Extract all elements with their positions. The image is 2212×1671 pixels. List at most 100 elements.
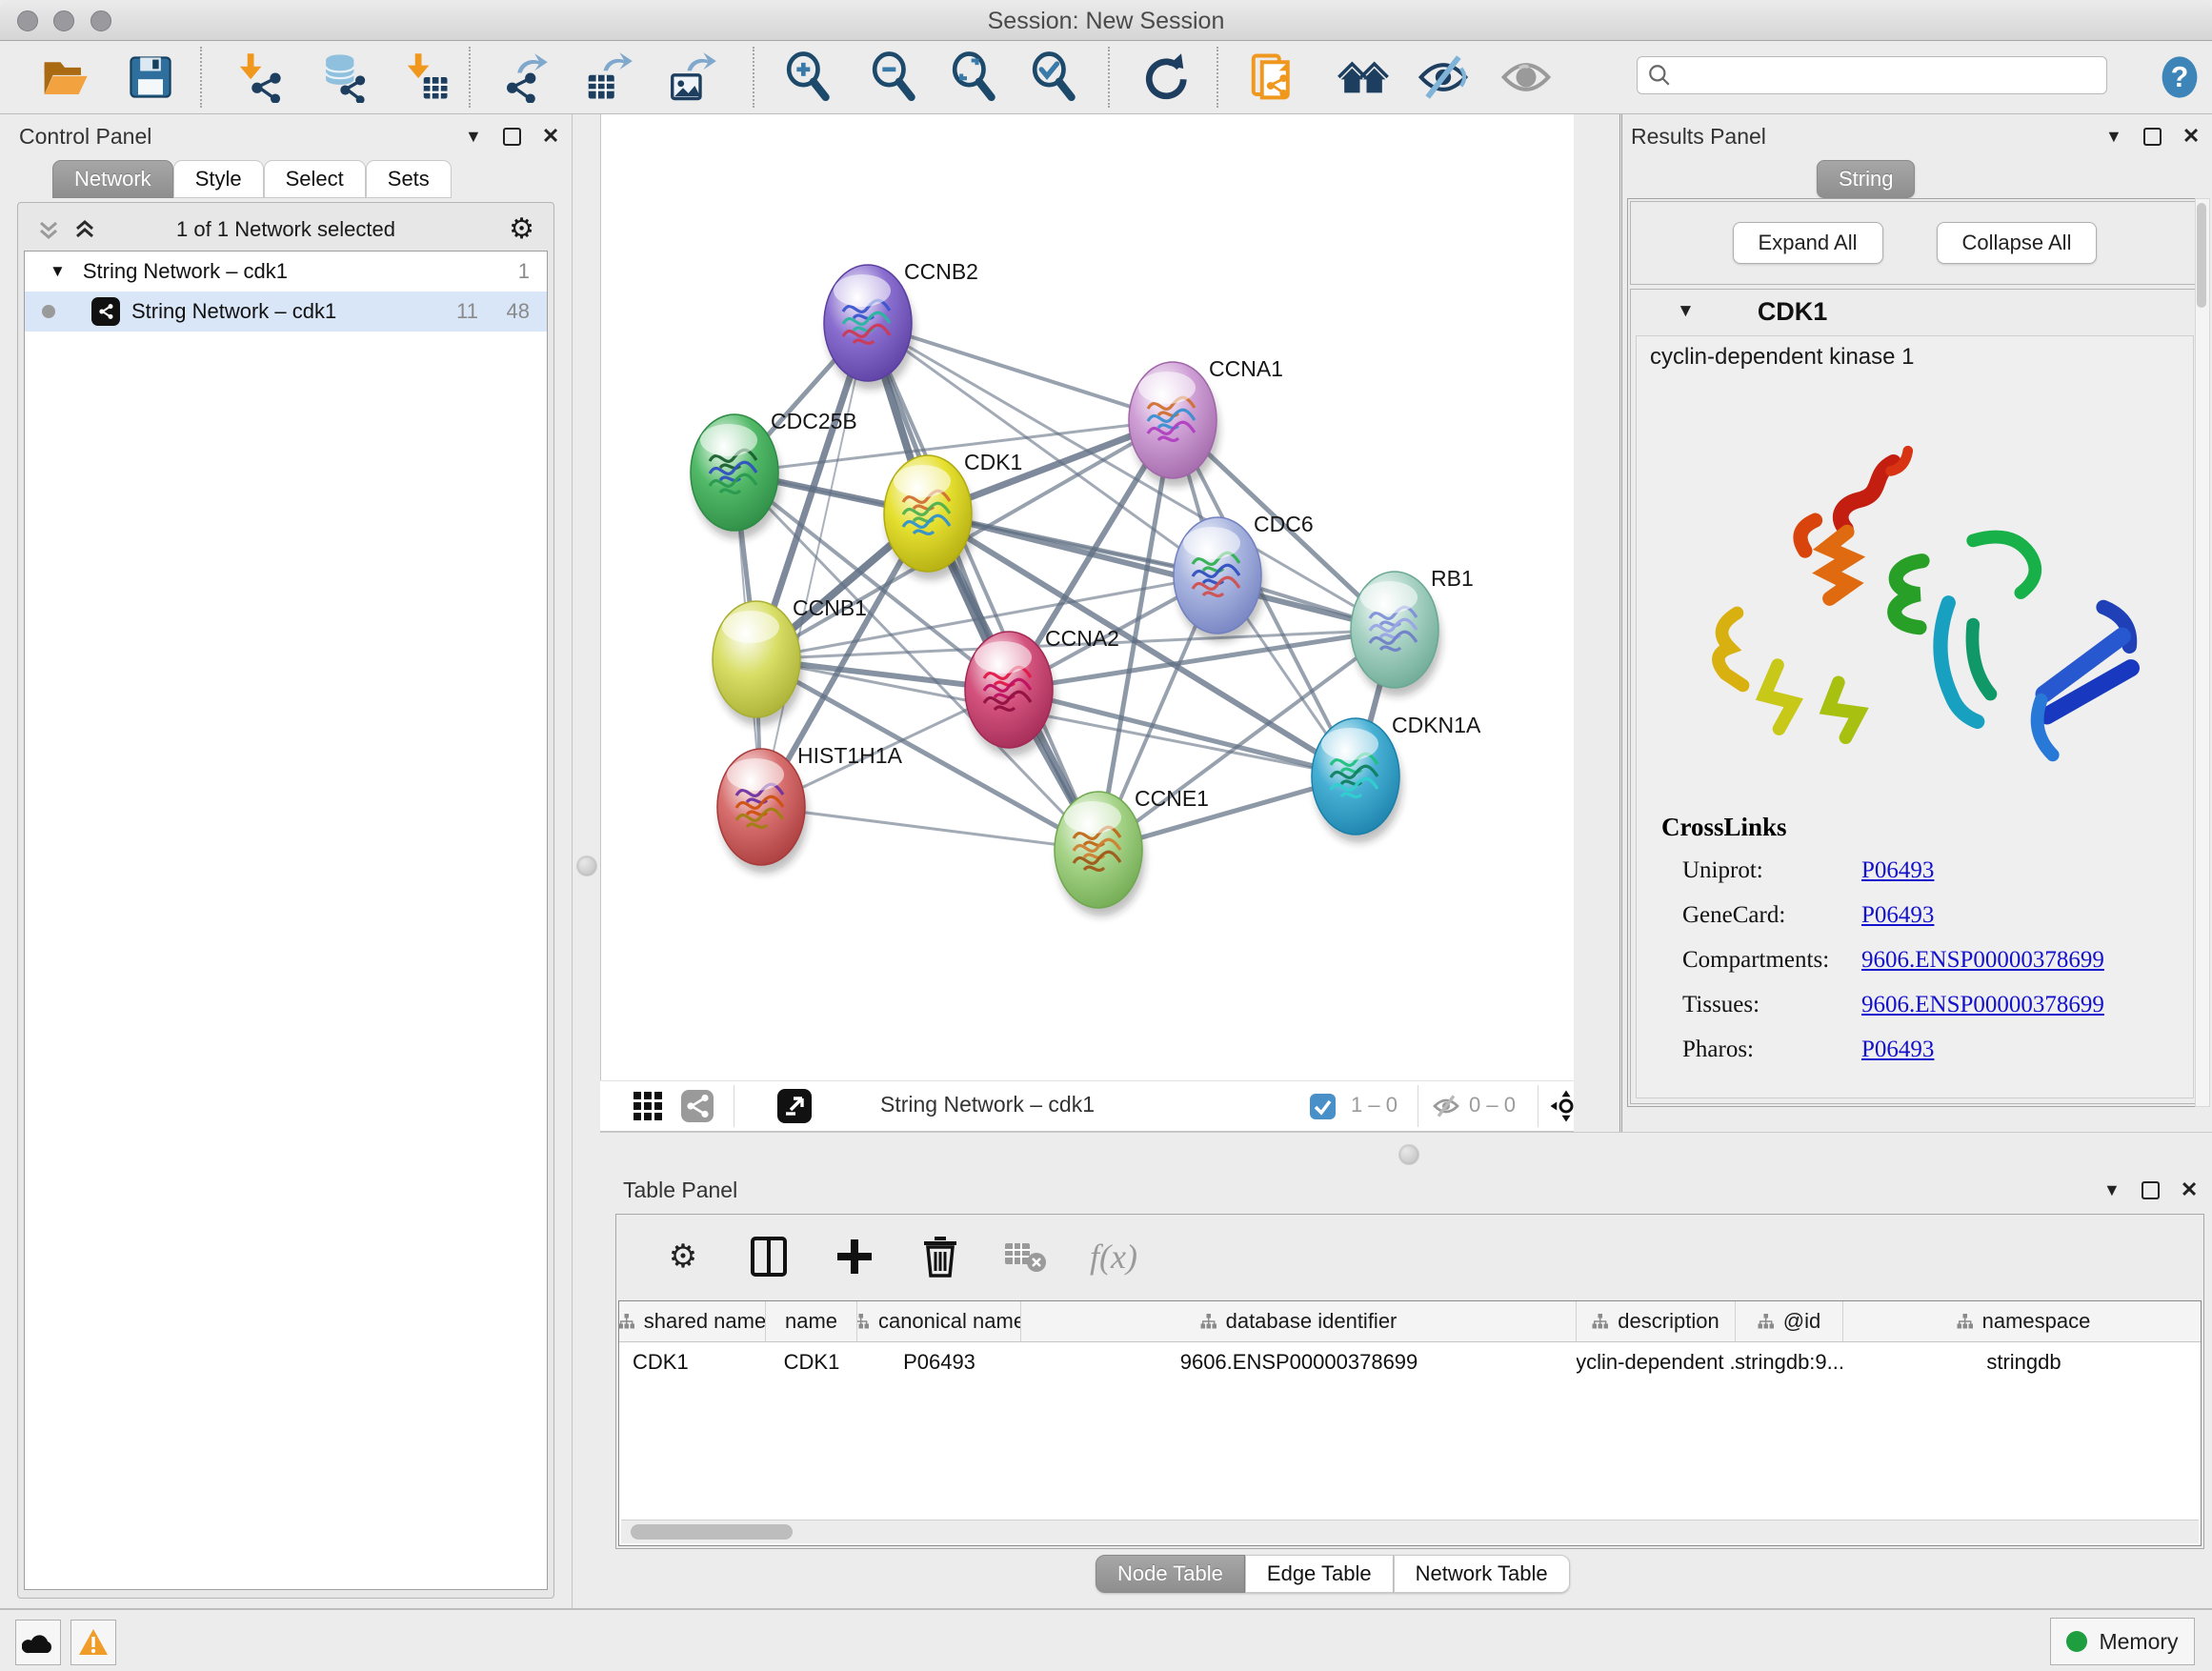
function-builder-icon[interactable]: f(x) — [1085, 1228, 1142, 1285]
cloud-status-icon[interactable] — [15, 1620, 61, 1665]
expand-all-networks-icon[interactable] — [73, 218, 96, 241]
network-canvas[interactable]: CCNB2CCNA1CDC25BCDK1CDC6RB1CCNB1CCNA2CDK… — [600, 114, 1575, 1080]
tab-string[interactable]: String — [1817, 160, 1915, 198]
network-node-CCNE1[interactable]: CCNE1 — [1055, 786, 1209, 916]
tab-network-table[interactable]: Network Table — [1394, 1555, 1570, 1593]
results-panel-maximize-icon[interactable] — [2143, 128, 2162, 146]
column-header--id[interactable]: @id — [1736, 1301, 1843, 1341]
tab-network[interactable]: Network — [52, 160, 173, 198]
column-header-description[interactable]: description — [1577, 1301, 1736, 1341]
crosslink-link[interactable]: 9606.ENSP00000378699 — [1861, 947, 2104, 974]
first-neighbors-icon[interactable] — [1335, 49, 1392, 106]
selected-checkbox-icon[interactable] — [1301, 1087, 1343, 1125]
table-hscrollbar-thumb[interactable] — [631, 1524, 793, 1540]
table-hscrollbar[interactable] — [621, 1520, 2199, 1543]
table-cell[interactable]: stringdb — [1843, 1342, 2202, 1382]
results-scrollbar[interactable] — [2195, 198, 2210, 1107]
control-panel-float-icon[interactable]: ▼ — [465, 127, 482, 147]
refresh-view-icon[interactable] — [1136, 49, 1193, 106]
network-node-CDKN1A[interactable]: CDKN1A — [1312, 713, 1481, 843]
control-panel-close-icon[interactable]: ✕ — [542, 124, 559, 149]
network-node-HIST1H1A[interactable]: HIST1H1A — [717, 743, 903, 874]
tab-edge-table[interactable]: Edge Table — [1245, 1555, 1394, 1593]
crosslink-link[interactable]: 9606.ENSP00000378699 — [1861, 992, 2104, 1018]
column-header-namespace[interactable]: namespace — [1843, 1301, 2202, 1341]
network-node-RB1[interactable]: RB1 — [1351, 566, 1474, 696]
tab-node-table[interactable]: Node Table — [1096, 1555, 1245, 1593]
import-network-database-icon[interactable] — [313, 49, 371, 106]
export-image-icon[interactable] — [663, 49, 720, 106]
export-table-icon[interactable] — [579, 49, 636, 106]
tab-sets[interactable]: Sets — [366, 160, 452, 198]
column-header-name[interactable]: name — [766, 1301, 857, 1341]
search-field[interactable] — [1637, 56, 2107, 94]
network-node-CDC6[interactable]: CDC6 — [1174, 512, 1314, 642]
import-table-file-icon[interactable] — [397, 49, 454, 106]
results-scrollbar-thumb[interactable] — [2197, 203, 2206, 308]
hide-selected-icon[interactable] — [1415, 49, 1472, 106]
table-cell[interactable]: 9606.ENSP00000378699 — [1021, 1342, 1577, 1382]
network-node-CCNB2[interactable]: CCNB2 — [824, 259, 978, 390]
birds-eye-view-icon[interactable] — [774, 1087, 815, 1125]
grid-view-icon[interactable] — [627, 1087, 669, 1125]
warning-status-icon[interactable] — [70, 1620, 116, 1665]
network-edge[interactable] — [868, 323, 1098, 850]
left-splitter-handle[interactable] — [576, 856, 597, 876]
network-node-CCNA1[interactable]: CCNA1 — [1129, 356, 1283, 487]
zoom-out-icon[interactable] — [865, 49, 922, 106]
open-session-icon[interactable] — [36, 49, 93, 106]
results-panel-float-icon[interactable]: ▼ — [2105, 127, 2122, 147]
tab-style[interactable]: Style — [173, 160, 264, 198]
table-cell[interactable]: P06493 — [857, 1342, 1021, 1382]
crosslink-link[interactable]: P06493 — [1861, 857, 1934, 884]
node-table[interactable]: shared namenamecanonical namedatabase id… — [618, 1300, 2202, 1546]
delete-table-icon[interactable] — [997, 1228, 1055, 1285]
save-session-icon[interactable] — [122, 49, 179, 106]
network-node-CDC25B[interactable]: CDC25B — [691, 409, 857, 539]
network-row[interactable]: String Network – cdk1 11 48 — [25, 292, 547, 332]
tab-select[interactable]: Select — [264, 160, 366, 198]
network-edge[interactable] — [761, 807, 1098, 850]
export-network-icon[interactable] — [495, 49, 553, 106]
table-panel-float-icon[interactable]: ▼ — [2103, 1180, 2121, 1200]
table-gear-icon[interactable]: ⚙ — [654, 1228, 712, 1285]
control-panel-maximize-icon[interactable] — [503, 128, 521, 146]
expand-all-button[interactable]: Expand All — [1733, 222, 1883, 264]
help-icon[interactable]: ? — [2151, 49, 2208, 106]
network-collection-row[interactable]: ▼ String Network – cdk1 1 — [25, 252, 547, 292]
search-input[interactable] — [1672, 62, 2076, 89]
table-splitter-handle[interactable] — [1398, 1144, 1419, 1165]
network-view-share-icon[interactable] — [676, 1087, 718, 1125]
zoom-in-icon[interactable] — [779, 49, 836, 106]
show-all-icon[interactable] — [1498, 49, 1555, 106]
add-column-icon[interactable] — [826, 1228, 883, 1285]
table-panel-close-icon[interactable]: ✕ — [2181, 1178, 2198, 1202]
column-header-canonical-name[interactable]: canonical name — [857, 1301, 1021, 1341]
zoom-fit-icon[interactable] — [945, 49, 1002, 106]
delete-column-icon[interactable] — [912, 1228, 969, 1285]
column-header-shared-name[interactable]: shared name — [619, 1301, 766, 1341]
crosslink-link[interactable]: P06493 — [1861, 1037, 1934, 1063]
network-edge[interactable] — [928, 513, 1395, 630]
import-network-file-icon[interactable] — [230, 49, 287, 106]
network-from-clipboard-icon[interactable] — [1244, 49, 1301, 106]
table-splitter[interactable] — [600, 1132, 2212, 1177]
zoom-selected-icon[interactable] — [1025, 49, 1082, 106]
results-panel-close-icon[interactable]: ✕ — [2182, 124, 2200, 149]
left-splitter[interactable] — [572, 114, 601, 1608]
collection-collapse-icon[interactable]: ▼ — [50, 262, 66, 281]
gene-section-collapse-icon[interactable]: ▼ — [1677, 301, 1695, 322]
collapse-all-networks-icon[interactable] — [37, 218, 60, 241]
table-cell[interactable]: cyclin-dependent ... — [1577, 1342, 1736, 1382]
table-panel-maximize-icon[interactable] — [2142, 1181, 2160, 1199]
table-cell[interactable]: CDK1 — [766, 1342, 857, 1382]
table-row[interactable]: CDK1CDK1P064939606.ENSP00000378699cyclin… — [619, 1342, 2201, 1382]
network-panel-gear-icon[interactable]: ⚙ — [509, 215, 534, 244]
show-columns-icon[interactable] — [740, 1228, 797, 1285]
collapse-all-button[interactable]: Collapse All — [1937, 222, 2098, 264]
memory-button[interactable]: Memory — [2050, 1618, 2195, 1665]
table-cell[interactable]: stringdb:9... — [1736, 1342, 1843, 1382]
column-header-database-identifier[interactable]: database identifier — [1021, 1301, 1577, 1341]
table-cell[interactable]: CDK1 — [619, 1342, 766, 1382]
hidden-eye-icon[interactable] — [1425, 1087, 1467, 1125]
